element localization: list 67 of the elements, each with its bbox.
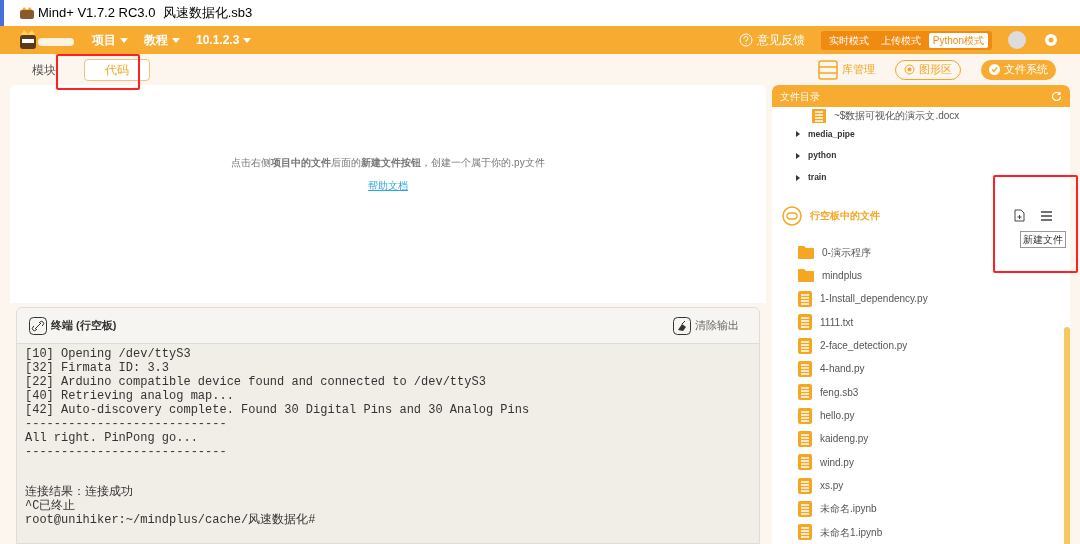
section-title: 行空板中的文件 [810, 209, 880, 224]
terminal-line: 连接结果：连接成功 [25, 485, 133, 499]
app-icon [20, 7, 34, 19]
caret-icon [120, 37, 128, 43]
new-file-icon[interactable] [1014, 209, 1025, 223]
document-icon [798, 314, 812, 331]
expand-triangle-icon[interactable] [796, 130, 800, 137]
caret-icon [243, 37, 252, 43]
terminal-line: [10] Opening /dev/ttyS3 [25, 347, 191, 361]
broom-icon [673, 316, 691, 335]
document-icon [798, 524, 812, 541]
file-item[interactable]: 1-Install_dependency.py [820, 291, 928, 307]
file-item[interactable]: feng.sb3 [820, 384, 859, 400]
tree-item[interactable]: media_pipe [808, 127, 855, 141]
tooltip: 新建文件 [1020, 231, 1066, 248]
check-icon [989, 64, 1000, 75]
file-item[interactable]: hello.py [820, 408, 855, 424]
panel-title: 文件目录 [780, 89, 820, 104]
file-item[interactable]: 未命名.ipynb [820, 501, 877, 517]
terminal-line: [40] Retrieving analog map... [25, 389, 234, 403]
document-icon [798, 407, 812, 424]
file-item[interactable]: 2-face_detection.py [820, 338, 908, 354]
clear-output-button[interactable]: 清除输出 [673, 316, 739, 335]
file-item[interactable]: xs.py [820, 478, 844, 494]
terminal-line: [42] Auto-discovery complete. Found 30 Digital Pins and 30 Analog Pins [25, 403, 530, 417]
server-icon [818, 59, 838, 80]
tree-item[interactable]: python [808, 149, 837, 163]
file-item[interactable]: 1111.txt [820, 314, 854, 330]
document-icon [798, 360, 812, 377]
app-logo [20, 30, 76, 50]
file-item[interactable]: 0-演示程序 [822, 244, 871, 260]
terminal-line: ---------------------------- [25, 417, 227, 431]
caret-icon [172, 37, 180, 43]
document-icon [798, 500, 812, 517]
expand-triangle-icon[interactable] [796, 152, 800, 159]
link-icon [29, 316, 47, 335]
expand-triangle-icon[interactable] [796, 174, 800, 181]
tab[interactable]: 模块 [12, 58, 76, 81]
document-icon [798, 430, 812, 447]
editor-hint: 点击右侧项目中的文件后面的新建文件按钮，创建一个属于你的.py文件 [231, 156, 545, 170]
menu-icon[interactable] [1041, 210, 1052, 221]
tree-item[interactable]: ~$数据可视化的演示文.docx [834, 109, 960, 122]
document-icon [798, 477, 812, 494]
terminal-line: ^C已终止 [25, 499, 76, 513]
terminal-line: All right. PinPong go... [25, 431, 198, 445]
document-icon [812, 108, 826, 123]
terminal-line: [32] Firmata ID: 3.3 [25, 361, 170, 375]
window-title: Mind+ V1.7.2 RC3.0 风速数据化.sb3 [38, 4, 253, 23]
file-item[interactable]: 未命名1.ipynb [820, 524, 883, 540]
document-icon [798, 454, 812, 471]
document-icon [798, 384, 812, 401]
tree-item[interactable]: train [808, 171, 827, 185]
file-item[interactable]: mindplus [822, 268, 863, 284]
question-icon [738, 33, 753, 47]
terminal-line: root@unihiker:~/mindplus/cache/风速数据化# [25, 513, 316, 527]
file-item[interactable]: wind.py [820, 454, 854, 470]
terminal-line: [22] Arduino compatible device found and connected to /dev/ttyS3 [25, 375, 486, 389]
radio-icon [904, 64, 915, 75]
board-icon [782, 205, 802, 226]
file-item[interactable]: 4-hand.py [820, 361, 865, 377]
terminal-title: 终端 (行空板) [51, 318, 117, 334]
document-icon [798, 337, 812, 354]
folder-icon [798, 245, 814, 259]
terminal-line: ---------------------------- [25, 445, 227, 459]
folder-icon [798, 269, 814, 283]
document-icon [798, 290, 812, 307]
file-item[interactable]: kaideng.py [820, 431, 869, 447]
